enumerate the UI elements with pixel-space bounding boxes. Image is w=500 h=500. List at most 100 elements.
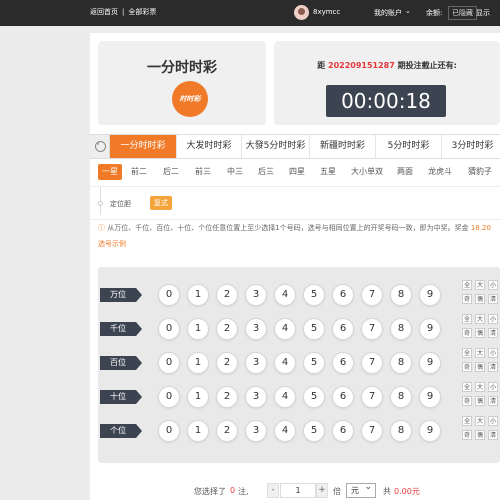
quick-select-button[interactable]: 小 [488, 348, 498, 358]
number-ball[interactable]: 1 [187, 352, 209, 374]
number-ball[interactable]: 7 [361, 386, 383, 408]
number-ball[interactable]: 3 [245, 420, 267, 442]
show-balance-link[interactable]: 显示 [476, 8, 490, 18]
avatar[interactable] [294, 5, 309, 20]
quick-select-button[interactable]: 全 [462, 314, 472, 324]
number-ball[interactable]: 0 [158, 420, 180, 442]
quick-select-button[interactable]: 清 [488, 362, 498, 372]
quick-select-button[interactable]: 偶 [475, 362, 485, 372]
quick-select-button[interactable]: 清 [488, 396, 498, 406]
number-ball[interactable]: 4 [274, 420, 296, 442]
number-ball[interactable]: 3 [245, 284, 267, 306]
tab-game-4[interactable]: 5分时时彩 [376, 135, 442, 158]
number-ball[interactable]: 6 [332, 352, 354, 374]
multiple-plus-button[interactable]: + [316, 483, 328, 498]
number-ball[interactable]: 0 [158, 284, 180, 306]
quick-select-button[interactable]: 全 [462, 416, 472, 426]
number-ball[interactable]: 9 [419, 352, 441, 374]
quick-select-button[interactable]: 大 [475, 382, 485, 392]
number-ball[interactable]: 6 [332, 386, 354, 408]
quick-select-button[interactable]: 小 [488, 314, 498, 324]
number-ball[interactable]: 9 [419, 420, 441, 442]
tab-play-9[interactable]: 两面 [392, 164, 418, 180]
tab-play-6[interactable]: 四星 [284, 164, 310, 180]
quick-select-button[interactable]: 奇 [462, 362, 472, 372]
tab-play-2[interactable]: 后二 [158, 164, 184, 180]
number-ball[interactable]: 5 [303, 420, 325, 442]
number-ball[interactable]: 1 [187, 420, 209, 442]
all-lottery-link[interactable]: 全部彩票 [128, 8, 156, 16]
quick-select-button[interactable]: 大 [475, 416, 485, 426]
quick-select-button[interactable]: 大 [475, 314, 485, 324]
number-ball[interactable]: 3 [245, 352, 267, 374]
number-ball[interactable]: 6 [332, 318, 354, 340]
number-ball[interactable]: 6 [332, 420, 354, 442]
number-ball[interactable]: 0 [158, 386, 180, 408]
number-ball[interactable]: 0 [158, 318, 180, 340]
tab-game-2[interactable]: 大發5分时时彩 [242, 135, 310, 158]
tab-play-8[interactable]: 大小单双 [347, 164, 387, 180]
compound-button[interactable]: 复式 [150, 196, 172, 210]
number-ball[interactable]: 4 [274, 386, 296, 408]
number-ball[interactable]: 3 [245, 386, 267, 408]
number-ball[interactable]: 2 [216, 386, 238, 408]
number-ball[interactable]: 5 [303, 352, 325, 374]
quick-select-button[interactable]: 偶 [475, 430, 485, 440]
quick-select-button[interactable]: 小 [488, 416, 498, 426]
quick-select-button[interactable]: 偶 [475, 328, 485, 338]
number-ball[interactable]: 5 [303, 284, 325, 306]
tab-play-4[interactable]: 中三 [222, 164, 248, 180]
number-ball[interactable]: 2 [216, 284, 238, 306]
number-ball[interactable]: 7 [361, 284, 383, 306]
tab-play-10[interactable]: 龙虎斗 [424, 164, 456, 180]
number-ball[interactable]: 9 [419, 284, 441, 306]
number-ball[interactable]: 8 [390, 420, 412, 442]
number-ball[interactable]: 1 [187, 318, 209, 340]
tab-game-3[interactable]: 新疆时时彩 [310, 135, 376, 158]
quick-select-button[interactable]: 小 [488, 280, 498, 290]
number-ball[interactable]: 4 [274, 352, 296, 374]
number-ball[interactable]: 5 [303, 318, 325, 340]
quick-select-button[interactable]: 小 [488, 382, 498, 392]
number-ball[interactable]: 5 [303, 386, 325, 408]
multiple-minus-button[interactable]: - [267, 483, 279, 498]
number-ball[interactable]: 0 [158, 352, 180, 374]
my-account-menu[interactable]: 我的账户 [374, 8, 402, 18]
number-ball[interactable]: 6 [332, 284, 354, 306]
number-ball[interactable]: 3 [245, 318, 267, 340]
number-ball[interactable]: 8 [390, 318, 412, 340]
quick-select-button[interactable]: 大 [475, 348, 485, 358]
username[interactable]: 8xymcc [313, 8, 340, 16]
number-ball[interactable]: 2 [216, 318, 238, 340]
tab-game-5[interactable]: 3分时时彩 [442, 135, 500, 158]
number-ball[interactable]: 7 [361, 318, 383, 340]
quick-select-button[interactable]: 偶 [475, 396, 485, 406]
tab-play-11[interactable]: 猜豹子 [460, 164, 500, 180]
number-ball[interactable]: 4 [274, 318, 296, 340]
example-link[interactable]: 选号示例 [98, 239, 126, 249]
quick-select-button[interactable]: 奇 [462, 294, 472, 304]
quick-select-button[interactable]: 清 [488, 430, 498, 440]
quick-select-button[interactable]: 奇 [462, 328, 472, 338]
quick-select-button[interactable]: 偶 [475, 294, 485, 304]
tab-play-0[interactable]: 一星 [98, 164, 122, 180]
number-ball[interactable]: 9 [419, 386, 441, 408]
multiple-input[interactable]: 1 [280, 483, 316, 498]
tab-game-0[interactable]: 一分时时彩 [110, 135, 177, 158]
quick-select-button[interactable]: 奇 [462, 396, 472, 406]
quick-select-button[interactable]: 全 [462, 382, 472, 392]
tabs-prev-button[interactable]: ‹ [90, 135, 110, 158]
number-ball[interactable]: 4 [274, 284, 296, 306]
quick-select-button[interactable]: 全 [462, 280, 472, 290]
quick-select-button[interactable]: 清 [488, 294, 498, 304]
number-ball[interactable]: 8 [390, 352, 412, 374]
number-ball[interactable]: 1 [187, 386, 209, 408]
number-ball[interactable]: 8 [390, 386, 412, 408]
number-ball[interactable]: 1 [187, 284, 209, 306]
tab-play-3[interactable]: 前三 [190, 164, 216, 180]
number-ball[interactable]: 2 [216, 420, 238, 442]
number-ball[interactable]: 7 [361, 420, 383, 442]
quick-select-button[interactable]: 全 [462, 348, 472, 358]
number-ball[interactable]: 9 [419, 318, 441, 340]
tab-play-1[interactable]: 前二 [126, 164, 152, 180]
